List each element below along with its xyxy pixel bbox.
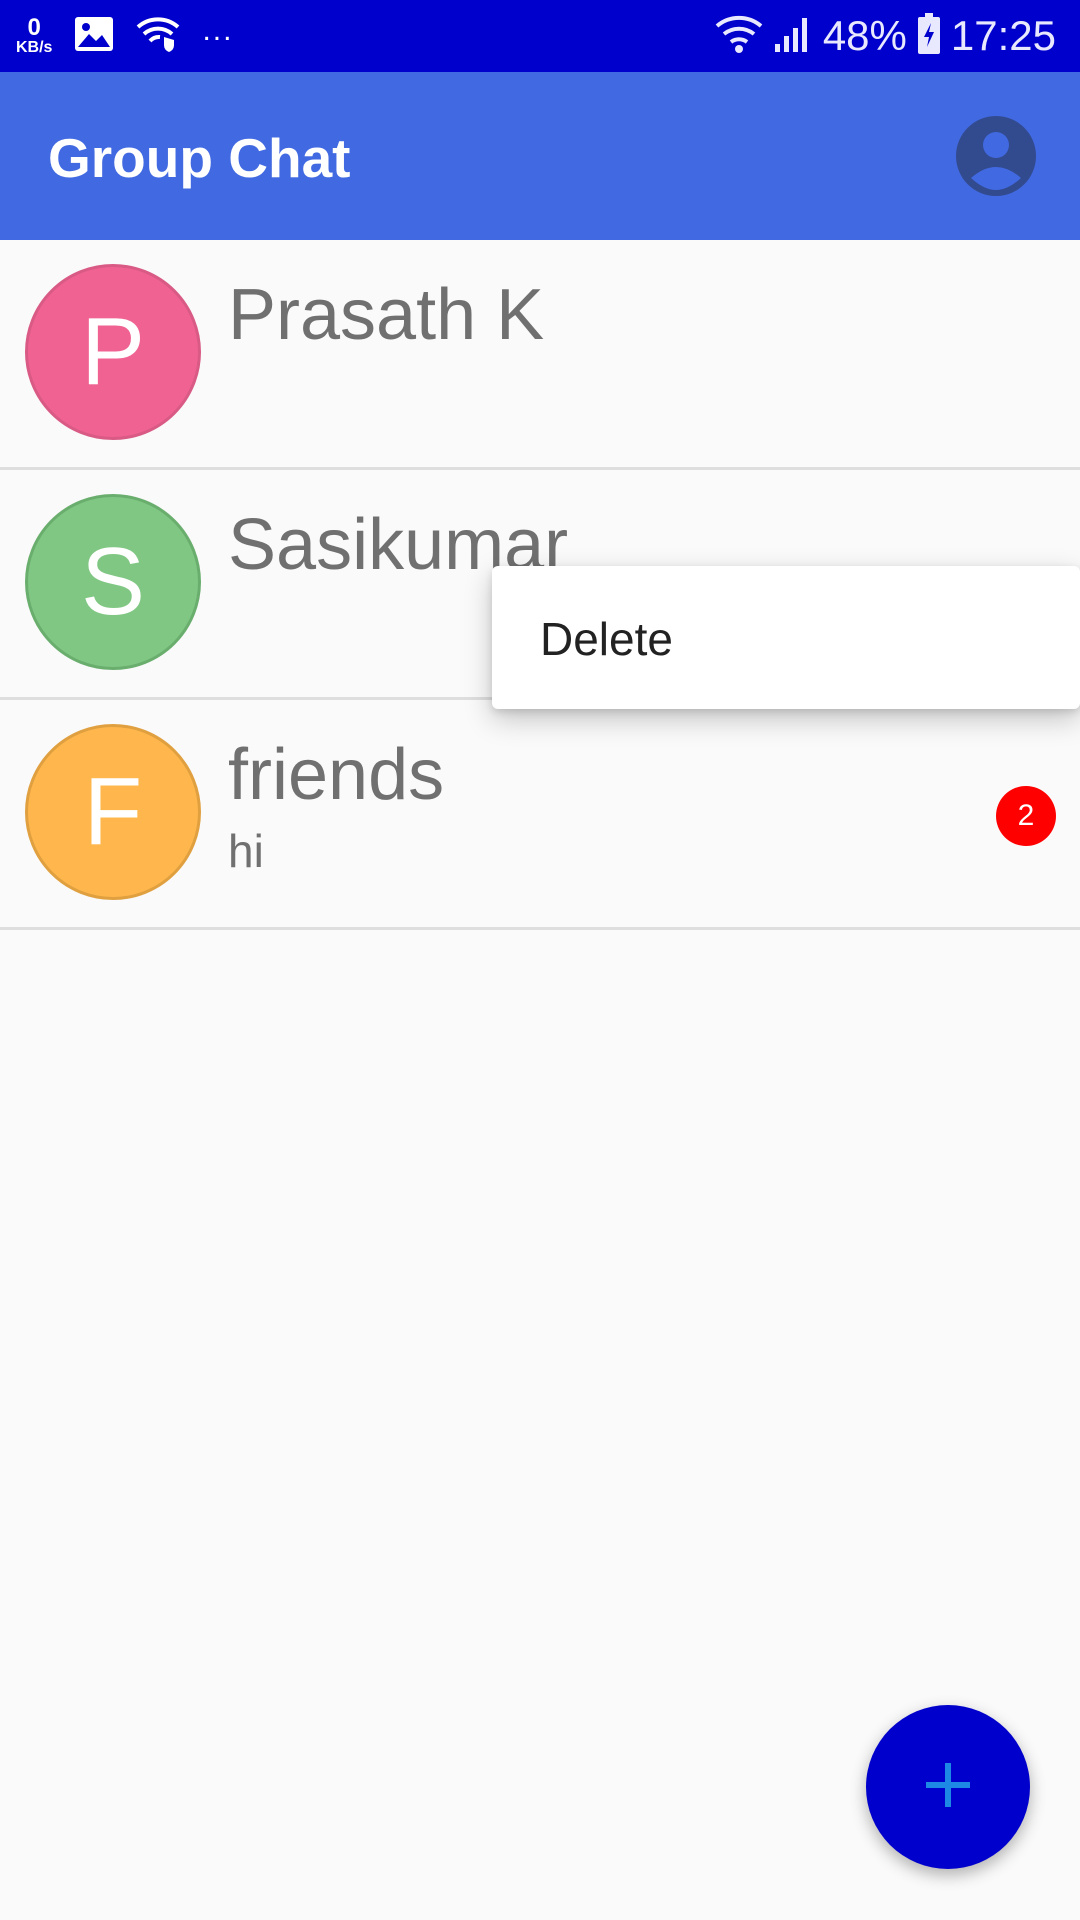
- status-right-group: 48% 17:25: [715, 8, 1056, 64]
- add-chat-fab[interactable]: [866, 1705, 1030, 1869]
- page-title: Group Chat: [48, 127, 351, 189]
- status-overflow: ...: [202, 14, 234, 47]
- status-bar: 0 KB/s ... 48% 17:25: [0, 0, 1080, 72]
- status-left-group: 0 KB/s ...: [16, 8, 233, 64]
- avatar-initial: S: [80, 528, 146, 635]
- signal-icon: [773, 14, 813, 59]
- account-circle-icon[interactable]: [956, 116, 1036, 196]
- avatar: P: [25, 264, 201, 440]
- unread-badge: 2: [996, 786, 1056, 846]
- last-message: hi: [228, 825, 264, 877]
- avatar-initial: P: [80, 298, 146, 405]
- chat-list-item[interactable]: F friends hi 2: [0, 700, 1080, 930]
- avatar: S: [25, 494, 201, 670]
- avatar-initial: F: [83, 758, 143, 865]
- battery-percent: 48%: [822, 12, 907, 59]
- plus-icon: [924, 1761, 972, 1814]
- chat-name: friends: [228, 735, 445, 815]
- menu-item-delete[interactable]: Delete: [540, 612, 673, 666]
- net-speed-unit: KB/s: [16, 39, 53, 56]
- net-speed-value: 0: [27, 14, 41, 41]
- avatar: F: [25, 724, 201, 900]
- image-icon: [74, 16, 114, 57]
- wifi-shield-icon: [136, 15, 180, 58]
- wifi-icon: [715, 14, 763, 59]
- chat-list-item[interactable]: P Prasath K: [0, 240, 1080, 470]
- clock: 17:25: [950, 12, 1056, 59]
- battery-charging-icon: [917, 12, 941, 60]
- net-speed-indicator: 0 KB/s: [16, 16, 52, 56]
- app-bar: Group Chat: [0, 72, 1080, 240]
- context-menu: Delete: [492, 566, 1080, 709]
- chat-name: Prasath K: [228, 275, 545, 355]
